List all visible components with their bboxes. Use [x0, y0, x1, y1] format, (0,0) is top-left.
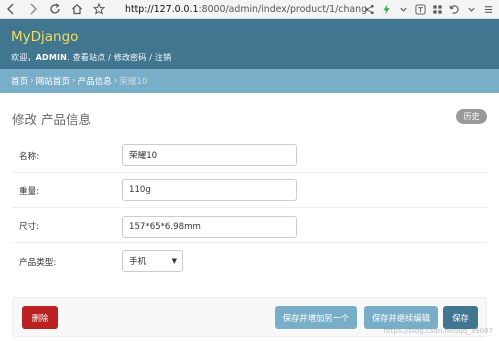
- browser-toolbar: http://127.0.0.1:8000/admin/index/produc…: [0, 0, 499, 19]
- form-row-size: 尺寸:: [12, 208, 487, 243]
- chevron-down-icon: [400, 7, 407, 12]
- reload-button[interactable]: [44, 0, 66, 19]
- breadcrumb-site-home[interactable]: 网站首页: [36, 75, 70, 87]
- welcome-text: 欢迎，: [11, 53, 36, 62]
- admin-header: MyDjango 欢迎，ADMIN. 查看站点 / 修改密码 / 注销: [0, 19, 499, 69]
- breadcrumb-product-info[interactable]: 产品信息: [77, 75, 111, 87]
- username: ADMIN: [35, 53, 68, 62]
- name-label: 名称:: [19, 152, 40, 162]
- form-row-name: 名称:: [12, 137, 487, 173]
- tool-menu-button[interactable]: [395, 0, 412, 19]
- star-icon: [93, 3, 105, 15]
- size-input[interactable]: [122, 216, 297, 238]
- user-links[interactable]: . 查看站点 / 修改密码 / 注销: [67, 53, 171, 62]
- hamburger-menu-icon: [484, 6, 493, 13]
- reload-icon: [50, 3, 60, 14]
- breadcrumb-separator: ›: [30, 76, 34, 86]
- chevron-right-icon: [30, 3, 37, 15]
- bookmark-button[interactable]: [88, 0, 110, 19]
- apps-button[interactable]: [429, 0, 446, 19]
- undo-button[interactable]: [446, 0, 463, 19]
- chevron-down-icon: [468, 7, 475, 12]
- weight-label: 重量:: [19, 187, 40, 197]
- lightning-icon: [383, 4, 390, 15]
- breadcrumb: 首页 › 网站首页 › 产品信息 › 荣耀10: [0, 69, 499, 93]
- dropdown-arrow-icon: ▼: [171, 257, 177, 265]
- extension-button[interactable]: [412, 0, 429, 19]
- delete-button[interactable]: 删除: [22, 306, 58, 329]
- breadcrumb-separator: ›: [72, 76, 76, 86]
- save-and-continue-button[interactable]: 保存并继续编辑: [364, 306, 438, 329]
- breadcrumb-home[interactable]: 首页: [11, 75, 28, 87]
- site-brand[interactable]: MyDjango: [11, 29, 78, 45]
- save-button[interactable]: 保存: [443, 306, 478, 329]
- browser-right-tools: [361, 0, 497, 19]
- watermark: https://blog.csdn.net/qq_39087: [383, 327, 493, 335]
- weight-input[interactable]: [122, 179, 297, 201]
- share-button[interactable]: [361, 0, 378, 19]
- url-host: http://127.0.0.1: [125, 4, 199, 15]
- translate-icon: [415, 4, 426, 15]
- form-row-weight: 重量:: [12, 173, 487, 208]
- share-icon: [365, 4, 374, 15]
- history-button[interactable]: 历史: [456, 109, 487, 124]
- forward-button[interactable]: [22, 0, 44, 19]
- name-input[interactable]: [122, 144, 297, 166]
- grid-icon: [433, 5, 442, 14]
- chevron-left-icon: [7, 3, 14, 15]
- form-row-product-type: 产品类型: 手机 ▼: [12, 243, 487, 281]
- address-bar[interactable]: http://127.0.0.1:8000/admin/index/produc…: [119, 1, 367, 18]
- breadcrumb-current: 荣耀10: [119, 77, 148, 87]
- url-path: :8000/admin/index/product/1/change/: [198, 4, 367, 15]
- product-type-selected: 手机: [129, 257, 147, 267]
- accelerate-button[interactable]: [378, 0, 395, 19]
- user-tools: 欢迎，ADMIN. 查看站点 / 修改密码 / 注销: [11, 52, 171, 63]
- undo-icon: [449, 5, 459, 14]
- product-type-select[interactable]: 手机 ▼: [122, 250, 183, 272]
- page-title: 修改 产品信息: [12, 112, 91, 127]
- home-icon: [72, 3, 82, 15]
- home-button[interactable]: [66, 0, 88, 19]
- product-type-label: 产品类型:: [19, 258, 57, 268]
- save-and-add-another-button[interactable]: 保存并增加另一个: [275, 306, 357, 329]
- back-button[interactable]: [0, 0, 22, 19]
- breadcrumb-separator: ›: [113, 76, 118, 86]
- menu-button[interactable]: [480, 0, 497, 19]
- more-menu-button[interactable]: [463, 0, 480, 19]
- size-label: 尺寸:: [19, 222, 40, 232]
